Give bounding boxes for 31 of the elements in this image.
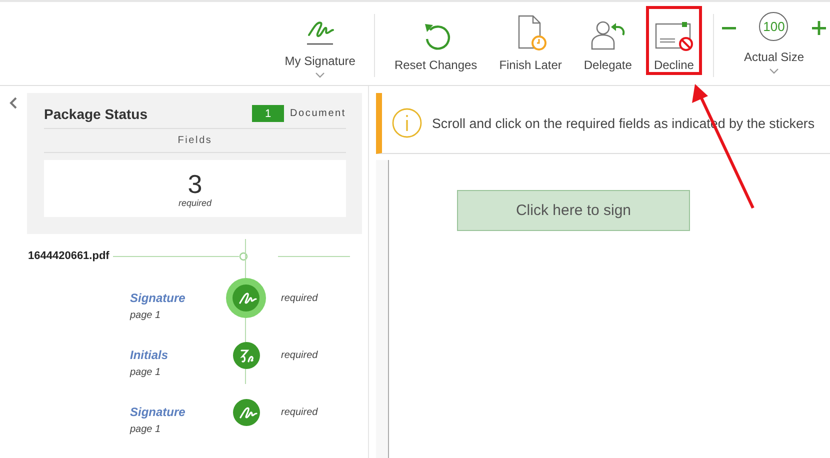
- finish-later-button[interactable]: Finish Later: [491, 6, 570, 75]
- signature-button[interactable]: My Signature: [276, 6, 364, 75]
- field-status: required: [281, 407, 318, 418]
- reset-button[interactable]: Reset Changes: [386, 6, 486, 75]
- field-status: required: [281, 350, 318, 361]
- field-page: page 1: [130, 367, 161, 378]
- field-name-link[interactable]: Signature: [130, 405, 186, 419]
- initials-field-icon[interactable]: [232, 342, 260, 369]
- collapse-chevron-icon[interactable]: [9, 97, 18, 109]
- field-page: page 1: [130, 424, 161, 435]
- signature-field-icon[interactable]: [226, 278, 266, 318]
- document-count-badge: 1: [252, 105, 284, 122]
- signature-field-icon[interactable]: [232, 399, 260, 426]
- decline-button[interactable]: Decline: [646, 6, 702, 75]
- field-status: required: [281, 293, 318, 304]
- required-label: required: [178, 198, 212, 208]
- zoom-label: Actual Size: [744, 50, 804, 64]
- panel-title: Package Status: [44, 106, 148, 122]
- delegate-button[interactable]: Delegate: [576, 6, 640, 75]
- fields-label: Fields: [178, 135, 212, 146]
- zoom-level-button[interactable]: 100: [759, 12, 788, 41]
- info-icon: [392, 108, 422, 138]
- document-label: Document: [290, 108, 346, 119]
- file-name: 1644420661.pdf: [28, 250, 110, 262]
- card-prohibited-icon: [654, 21, 693, 51]
- sign-here-button[interactable]: Click here to sign: [457, 190, 690, 231]
- zoom-in-icon[interactable]: [812, 21, 826, 35]
- field-page: page 1: [130, 310, 161, 321]
- field-name-link[interactable]: Signature: [130, 291, 186, 305]
- field-name-link[interactable]: Initials: [130, 348, 168, 362]
- required-count: 3: [188, 170, 202, 198]
